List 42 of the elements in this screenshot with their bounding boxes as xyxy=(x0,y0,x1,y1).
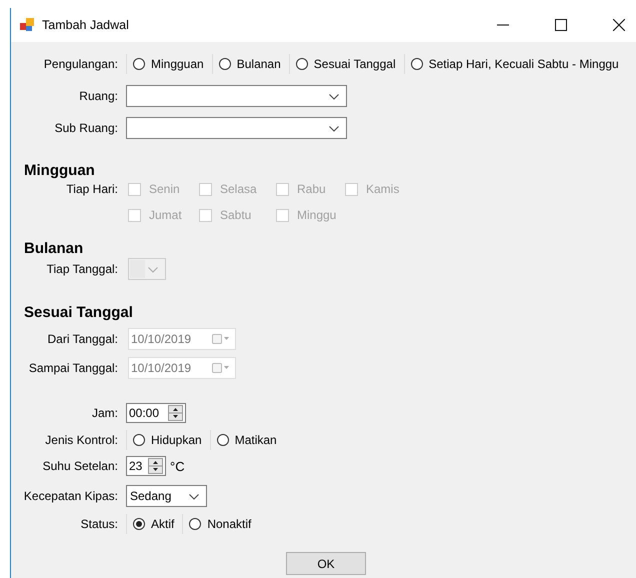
dropdown[interactable]: Sedang xyxy=(126,485,207,507)
radio-option[interactable]: Sesuai Tanggal xyxy=(288,54,402,74)
radio-option[interactable]: Bulanan xyxy=(212,54,287,74)
field-label: Sampai Tanggal: xyxy=(28,361,118,375)
spinner-arrows-icon xyxy=(168,405,183,421)
field-label: Sub Ruang: xyxy=(54,121,118,135)
field-label: Ruang: xyxy=(78,89,118,103)
time-spinner[interactable]: 00:00 xyxy=(126,403,186,423)
field-label: Dari Tanggal: xyxy=(46,332,118,346)
spinner-arrows-icon xyxy=(148,458,163,474)
radio-option[interactable]: Mingguan xyxy=(126,54,210,74)
field-label: Tiap Hari: xyxy=(65,181,118,198)
calendar-icon xyxy=(212,363,230,373)
section-heading: Mingguan xyxy=(23,163,96,179)
chevron-icon xyxy=(329,126,339,132)
field-label: Kecepatan Kipas: xyxy=(22,489,118,503)
maximize-icon[interactable] xyxy=(555,19,567,31)
chevron-icon xyxy=(189,494,199,500)
radio-option[interactable]: Aktif xyxy=(126,514,180,534)
chevron-icon xyxy=(329,94,339,100)
radio-option[interactable]: Matikan xyxy=(210,430,283,450)
unit-label: °C xyxy=(170,458,185,474)
field-label: Jam: xyxy=(90,406,118,420)
close-icon[interactable] xyxy=(613,19,625,31)
field-label: Pengulangan: xyxy=(42,57,118,71)
window-title: Tambah Jadwal xyxy=(42,18,129,32)
section-heading: Sesuai Tanggal xyxy=(23,304,134,322)
dropdown[interactable] xyxy=(126,85,347,107)
field-label: Suhu Setelan: xyxy=(42,459,118,473)
number-spinner[interactable]: 23 xyxy=(126,456,166,476)
radio-option[interactable]: Hidupkan xyxy=(126,430,208,450)
radio-option[interactable]: Setiap Hari, Kecuali Sabtu - Minggu xyxy=(404,54,625,74)
calendar-icon xyxy=(212,334,230,344)
radio-option[interactable]: Nonaktif xyxy=(182,514,258,534)
chevron-icon xyxy=(148,267,158,273)
field-label: Jenis Kontrol: xyxy=(44,433,118,447)
field-label: Status: xyxy=(80,517,118,531)
ok-button[interactable]: OK xyxy=(286,552,366,575)
section-heading: Bulanan xyxy=(23,241,84,257)
dropdown[interactable] xyxy=(126,117,347,139)
field-label: Tiap Tanggal: xyxy=(46,262,118,276)
app-icon xyxy=(20,18,35,32)
